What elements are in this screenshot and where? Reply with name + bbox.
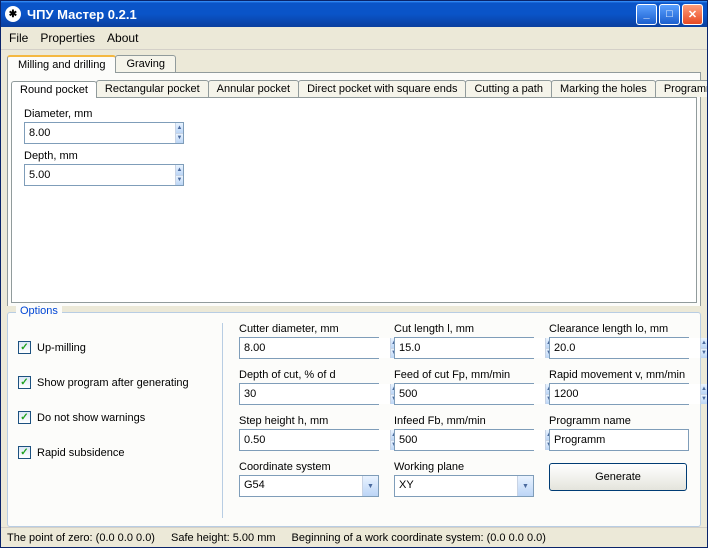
tab-graving[interactable]: Graving <box>115 55 176 72</box>
diameter-value[interactable] <box>25 123 175 143</box>
spin-down-icon[interactable]: ▼ <box>176 134 183 144</box>
infeed-label: Infeed Fb, mm/min <box>394 415 535 427</box>
step-height-label: Step height h, mm <box>239 415 380 427</box>
statusbar: The point of zero: (0.0 0.0 0.0) Safe he… <box>1 527 707 547</box>
spin-up-icon[interactable]: ▲ <box>176 165 183 176</box>
titlebar: ✱ ЧПУ Мастер 0.2.1 _ □ ✕ <box>1 1 707 27</box>
rapid-subsidence-checkbox[interactable]: ✓ <box>18 446 31 459</box>
spin-down-icon[interactable]: ▼ <box>176 176 183 186</box>
infeed-input[interactable]: ▲▼ <box>394 429 534 451</box>
menubar: File Properties About <box>1 27 707 50</box>
no-warnings-label: Do not show warnings <box>37 412 145 424</box>
outer-panel: Round pocket Rectangular pocket Annular … <box>7 72 701 306</box>
show-program-label: Show program after generating <box>37 377 189 389</box>
tab-annular-pocket[interactable]: Annular pocket <box>208 80 299 97</box>
program-name-label: Programm name <box>549 415 690 427</box>
rapid-subsidence-label: Rapid subsidence <box>37 447 124 459</box>
close-button[interactable]: ✕ <box>682 4 703 25</box>
step-height-input[interactable]: ▲▼ <box>239 429 379 451</box>
round-pocket-panel: Diameter, mm ▲ ▼ Depth, mm ▲ <box>11 97 697 303</box>
menu-about[interactable]: About <box>107 31 138 45</box>
up-milling-checkbox[interactable]: ✓ <box>18 341 31 354</box>
app-icon: ✱ <box>5 6 21 22</box>
status-zero: The point of zero: (0.0 0.0 0.0) <box>7 532 155 544</box>
tab-programm[interactable]: Programm <box>655 80 707 97</box>
feed-of-cut-label: Feed of cut Fp, mm/min <box>394 369 535 381</box>
generate-button[interactable]: Generate <box>549 463 687 491</box>
maximize-button[interactable]: □ <box>659 4 680 25</box>
cutter-diameter-input[interactable]: ▲▼ <box>239 337 379 359</box>
cutter-diameter-label: Cutter diameter, mm <box>239 323 380 335</box>
rapid-movement-input[interactable]: ▲▼ <box>549 383 689 405</box>
feed-of-cut-input[interactable]: ▲▼ <box>394 383 534 405</box>
coord-system-label: Coordinate system <box>239 461 380 473</box>
diameter-input[interactable]: ▲ ▼ <box>24 122 184 144</box>
clearance-length-input[interactable]: ▲▼ <box>549 337 689 359</box>
cut-length-input[interactable]: ▲▼ <box>394 337 534 359</box>
depth-label: Depth, mm <box>24 150 684 162</box>
window-title: ЧПУ Мастер 0.2.1 <box>27 7 137 22</box>
spin-up-icon[interactable]: ▲ <box>701 384 707 395</box>
chevron-down-icon[interactable]: ▼ <box>517 476 533 496</box>
depth-of-cut-label: Depth of cut, % of d <box>239 369 380 381</box>
options-legend: Options <box>16 305 62 317</box>
tab-rectangular-pocket[interactable]: Rectangular pocket <box>96 80 209 97</box>
program-name-input[interactable] <box>549 429 689 451</box>
no-warnings-checkbox[interactable]: ✓ <box>18 411 31 424</box>
outer-tabs: Milling and drilling Graving <box>7 52 701 72</box>
menu-properties[interactable]: Properties <box>40 31 95 45</box>
spin-up-icon[interactable]: ▲ <box>176 123 183 134</box>
depth-input[interactable]: ▲ ▼ <box>24 164 184 186</box>
coord-system-select[interactable]: G54 ▼ <box>239 475 379 497</box>
spin-down-icon[interactable]: ▼ <box>701 349 707 359</box>
options-group: Options ✓ Up-milling ✓ Show program afte… <box>7 312 701 527</box>
working-plane-select[interactable]: XY ▼ <box>394 475 534 497</box>
depth-of-cut-input[interactable]: ▲▼ <box>239 383 379 405</box>
diameter-label: Diameter, mm <box>24 108 684 120</box>
tab-cutting-path[interactable]: Cutting a path <box>465 80 552 97</box>
working-plane-label: Working plane <box>394 461 535 473</box>
status-begin-coord: Beginning of a work coordinate system: (… <box>292 532 546 544</box>
app-window: ✱ ЧПУ Мастер 0.2.1 _ □ ✕ File Properties… <box>0 0 708 548</box>
content-area: Milling and drilling Graving Round pocke… <box>1 50 707 527</box>
options-grid: Cutter diameter, mm ▲▼ Cut length l, mm … <box>223 323 690 518</box>
minimize-button[interactable]: _ <box>636 4 657 25</box>
show-program-checkbox[interactable]: ✓ <box>18 376 31 389</box>
spin-up-icon[interactable]: ▲ <box>701 338 707 349</box>
spin-down-icon[interactable]: ▼ <box>701 395 707 405</box>
chevron-down-icon[interactable]: ▼ <box>362 476 378 496</box>
clearance-length-label: Clearance length lo, mm <box>549 323 690 335</box>
cut-length-label: Cut length l, mm <box>394 323 535 335</box>
rapid-movement-label: Rapid movement v, mm/min <box>549 369 690 381</box>
tab-marking-holes[interactable]: Marking the holes <box>551 80 656 97</box>
up-milling-label: Up-milling <box>37 342 86 354</box>
menu-file[interactable]: File <box>9 31 28 45</box>
tab-milling-drilling[interactable]: Milling and drilling <box>7 55 116 73</box>
status-safe-height: Safe height: 5.00 mm <box>171 532 276 544</box>
tab-direct-pocket[interactable]: Direct pocket with square ends <box>298 80 466 97</box>
tab-round-pocket[interactable]: Round pocket <box>11 81 97 98</box>
depth-value[interactable] <box>25 165 175 185</box>
inner-tabs: Round pocket Rectangular pocket Annular … <box>11 77 697 97</box>
options-checkboxes: ✓ Up-milling ✓ Show program after genera… <box>18 323 223 518</box>
